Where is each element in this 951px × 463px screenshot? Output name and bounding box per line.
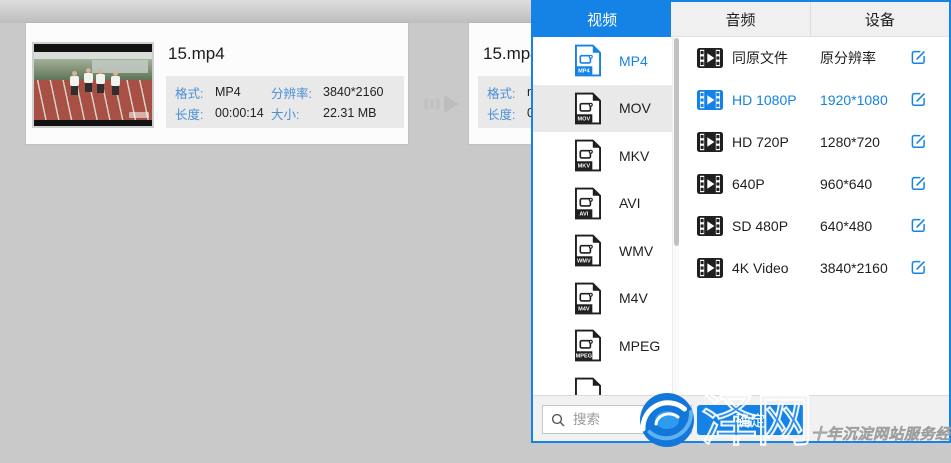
format-item-partial[interactable] bbox=[533, 370, 672, 396]
format-item-m4v[interactable]: M4V M4V bbox=[533, 275, 672, 323]
search-input[interactable] bbox=[571, 411, 685, 428]
edit-settings-icon[interactable] bbox=[910, 49, 927, 66]
format-item-mpeg[interactable]: MPEG MPEG bbox=[533, 322, 672, 370]
svg-text:WMV: WMV bbox=[577, 259, 591, 265]
thumbnail-letterbox-top bbox=[34, 44, 152, 52]
resolution-value: 3840*2160 bbox=[323, 85, 383, 99]
search-icon bbox=[551, 413, 565, 427]
file-format-icon: AVI bbox=[575, 187, 601, 220]
format-item-mov[interactable]: MOV MOV bbox=[533, 85, 672, 133]
svg-text:AVI: AVI bbox=[579, 211, 588, 217]
thumbnail-letterbox-bottom bbox=[34, 120, 152, 126]
convert-arrow-icon bbox=[424, 95, 462, 113]
svg-text:MOV: MOV bbox=[577, 116, 590, 122]
file-format-icon: MKV bbox=[575, 139, 601, 172]
popup-search-strip: 确定 bbox=[533, 395, 949, 441]
source-file-card[interactable]: 15.mp4 格式: MP4 分辨率: 3840*2160 长度: 00:00:… bbox=[26, 23, 408, 144]
app-window: 15.mp4 格式: MP4 分辨率: 3840*2160 长度: 00:00:… bbox=[0, 0, 951, 463]
format-item-wmv[interactable]: WMV WMV bbox=[533, 227, 672, 275]
resolution-item-640p[interactable]: 640P 960*640 bbox=[679, 163, 949, 205]
thumbnail-watermark bbox=[129, 112, 149, 118]
resolution-item-hd1080p[interactable]: HD 1080P 1920*1080 bbox=[679, 79, 949, 121]
duration-value: 00:00:14 bbox=[215, 106, 271, 120]
file-format-icon: MPEG bbox=[575, 329, 601, 362]
file-format-icon bbox=[575, 377, 601, 396]
svg-text:MP4: MP4 bbox=[578, 69, 590, 75]
resolution-item-sd480p[interactable]: SD 480P 640*480 bbox=[679, 205, 949, 247]
edit-settings-icon[interactable] bbox=[910, 217, 927, 234]
edit-settings-icon[interactable] bbox=[910, 133, 927, 150]
format-label: 格式: bbox=[175, 83, 212, 102]
film-strip-icon bbox=[697, 48, 723, 68]
resolution-list: 同原文件 原分辨率 HD 1080P 1920*1080 bbox=[679, 37, 949, 395]
format-list: MP4 MP4 MOV MOV bbox=[533, 37, 672, 395]
tab-audio[interactable]: 音频 bbox=[671, 2, 809, 37]
size-value: 22.31 MB bbox=[323, 106, 377, 120]
format-item-avi[interactable]: AVI AVI bbox=[533, 180, 672, 228]
film-strip-icon bbox=[697, 132, 723, 152]
edit-settings-icon[interactable] bbox=[910, 175, 927, 192]
tab-device[interactable]: 设备 bbox=[810, 2, 949, 37]
file-format-icon: WMV bbox=[575, 234, 601, 267]
resolution-item-original[interactable]: 同原文件 原分辨率 bbox=[679, 37, 949, 79]
file-format-icon: MP4 bbox=[575, 44, 601, 77]
resolution-label: 分辨率: bbox=[271, 83, 320, 102]
film-strip-icon bbox=[697, 90, 723, 110]
confirm-button[interactable]: 确定 bbox=[697, 405, 804, 435]
svg-text:MPEG: MPEG bbox=[576, 354, 592, 360]
file-format-icon: MOV bbox=[575, 92, 601, 125]
edit-settings-icon[interactable] bbox=[910, 91, 927, 108]
search-box[interactable] bbox=[542, 405, 692, 434]
resolution-item-hd720p[interactable]: HD 720P 1280*720 bbox=[679, 121, 949, 163]
format-item-mp4[interactable]: MP4 MP4 bbox=[533, 37, 672, 85]
video-thumbnail bbox=[32, 42, 154, 128]
film-strip-icon bbox=[697, 174, 723, 194]
source-info-box: 格式: MP4 分辨率: 3840*2160 长度: 00:00:14 大小: … bbox=[166, 76, 404, 128]
format-item-mkv[interactable]: MKV MKV bbox=[533, 132, 672, 180]
tab-video[interactable]: 视频 bbox=[533, 2, 671, 37]
duration-label: 长度: bbox=[175, 104, 212, 123]
resolution-item-4k[interactable]: 4K Video 3840*2160 bbox=[679, 247, 949, 289]
svg-text:MKV: MKV bbox=[578, 164, 591, 170]
format-value: MP4 bbox=[215, 85, 271, 99]
popup-tabs: 视频 音频 设备 bbox=[533, 2, 949, 37]
film-strip-icon bbox=[697, 258, 723, 278]
film-strip-icon bbox=[697, 216, 723, 236]
format-list-scrollbar[interactable] bbox=[672, 37, 679, 395]
output-format-popup: 视频 音频 设备 MP4 MP4 bbox=[531, 0, 951, 443]
svg-text:M4V: M4V bbox=[578, 306, 590, 312]
edit-settings-icon[interactable] bbox=[910, 259, 927, 276]
file-format-icon: M4V bbox=[575, 282, 601, 315]
size-label: 大小: bbox=[271, 104, 320, 123]
source-file-title: 15.mp4 bbox=[168, 44, 225, 64]
